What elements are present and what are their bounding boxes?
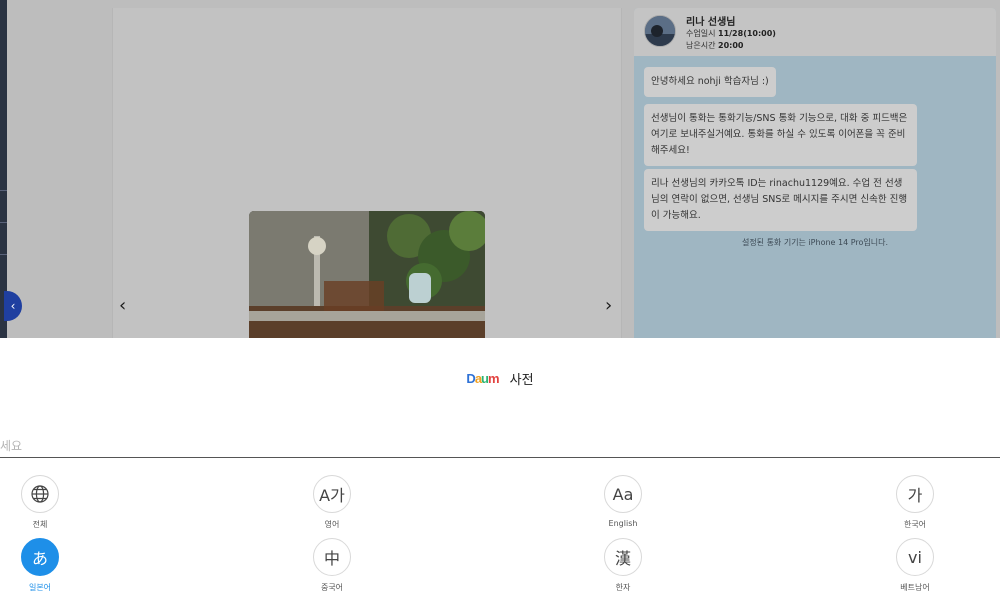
daum-logo: Daum <box>466 371 499 386</box>
dictionary-sheet: Daum 사전 전체 A가 영어 Aa English 가 한국어 あ 일본어 … <box>0 338 1000 616</box>
lang-label: 일본어 <box>28 583 52 592</box>
hanja-icon: 漢 <box>604 538 642 576</box>
lesson-photo <box>249 211 485 338</box>
lang-japanese-button[interactable]: あ 일본어 <box>0 538 80 593</box>
next-arrow-icon[interactable]: › <box>605 295 612 316</box>
left-sidebar-strip <box>0 0 7 338</box>
globe-icon <box>21 475 59 513</box>
chat-message: 안녕하세요 nohji 학습자님 :) <box>644 67 776 97</box>
chat-message: 리나 선생님의 카카오톡 ID는 rinachu1129예요. 수업 전 선생님… <box>644 169 917 231</box>
lang-korean-button[interactable]: 가 한국어 <box>875 475 955 530</box>
lang-label: English <box>608 519 638 528</box>
teacher-name: 리나 선생님 <box>686 17 736 28</box>
remaining-time: 남은시간 20:00 <box>686 41 744 50</box>
lang-vietnamese-button[interactable]: vi 베트남어 <box>875 538 955 593</box>
lang-label: 전체 <box>32 520 48 529</box>
chat-header: 리나 선생님 수업일시 11/28(10:00) 남은시간 20:00 <box>634 8 996 56</box>
lang-label: 베트남어 <box>900 583 930 592</box>
english-icon: Aa <box>604 475 642 513</box>
lang-label: 영어 <box>324 520 340 529</box>
japanese-icon: あ <box>21 538 59 576</box>
lesson-time: 수업일시 11/28(10:00) <box>686 29 776 38</box>
collapse-sidebar-button[interactable]: ‹ <box>4 291 22 321</box>
lang-hanja-button[interactable]: 漢 한자 <box>583 538 663 593</box>
background-page: ‹ › ‹ 리나 선생님 수업일시 11/28(10:00) 남은시간 20:0… <box>0 0 1000 338</box>
dictionary-header: Daum 사전 <box>0 368 1000 388</box>
lang-english-korean-button[interactable]: A가 영어 <box>292 475 372 530</box>
english-korean-icon: A가 <box>313 475 351 513</box>
device-notice: 설정된 통화 기기는 iPhone 14 Pro입니다. <box>741 238 889 247</box>
lang-label: 한국어 <box>903 520 927 529</box>
teacher-avatar <box>644 15 676 47</box>
chinese-icon: 中 <box>313 538 351 576</box>
lang-all-button[interactable]: 전체 <box>0 475 80 530</box>
dictionary-title: 사전 <box>509 373 534 388</box>
previous-arrow-icon[interactable]: ‹ <box>119 295 126 316</box>
search-input[interactable] <box>0 434 1000 458</box>
lang-label: 한자 <box>615 583 631 592</box>
lang-english-button[interactable]: Aa English <box>583 475 663 528</box>
vietnamese-icon: vi <box>896 538 934 576</box>
chat-message: 선생님이 통화는 통화기능/SNS 통화 기능으로, 대화 중 피드백은 여기로… <box>644 104 917 166</box>
chat-panel: 리나 선생님 수업일시 11/28(10:00) 남은시간 20:00 안녕하세… <box>634 8 996 338</box>
korean-icon: 가 <box>896 475 934 513</box>
lang-label: 중국어 <box>320 583 344 592</box>
lang-chinese-button[interactable]: 中 중국어 <box>292 538 372 593</box>
